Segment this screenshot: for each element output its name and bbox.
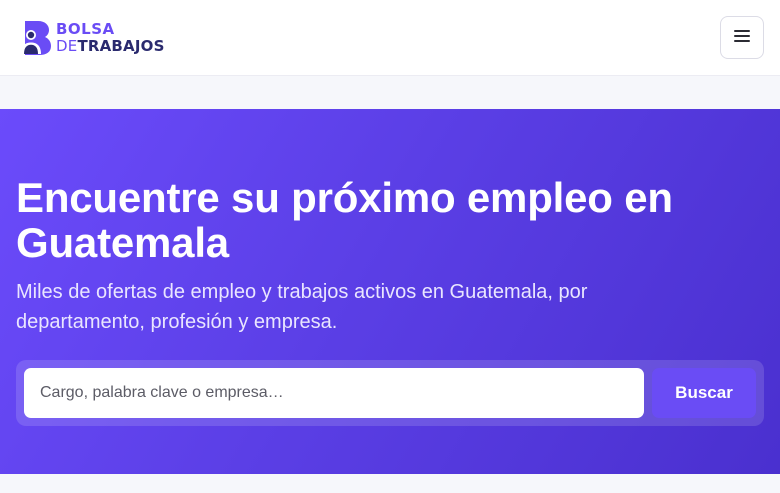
hero-title: Encuentre su próximo empleo en Guatemala [16,174,673,266]
hero-subtitle: Miles de ofertas de empleo y trabajos ac… [16,281,588,333]
brand-line2-prefix: DE [56,37,78,55]
search-panel: Buscar [16,360,764,426]
sub-header-bar [0,77,780,109]
brand-line1: BOLSA [56,20,115,38]
search-input[interactable] [24,368,644,418]
brand-line2: DETRABAJOS [56,39,165,54]
logo-b-icon [16,20,52,56]
site-header: BOLSA DETRABAJOS [0,0,780,76]
hero-section: Encuentre su próximo empleo en Guatemala… [0,109,780,474]
menu-toggle-button[interactable] [720,16,764,59]
page-content-start [0,474,780,493]
hamburger-icon [734,30,750,45]
search-button[interactable]: Buscar [652,368,756,418]
brand-wordmark: BOLSA DETRABAJOS [56,22,165,54]
brand-logo[interactable]: BOLSA DETRABAJOS [16,20,165,56]
brand-line2-main: TRABAJOS [77,37,165,55]
